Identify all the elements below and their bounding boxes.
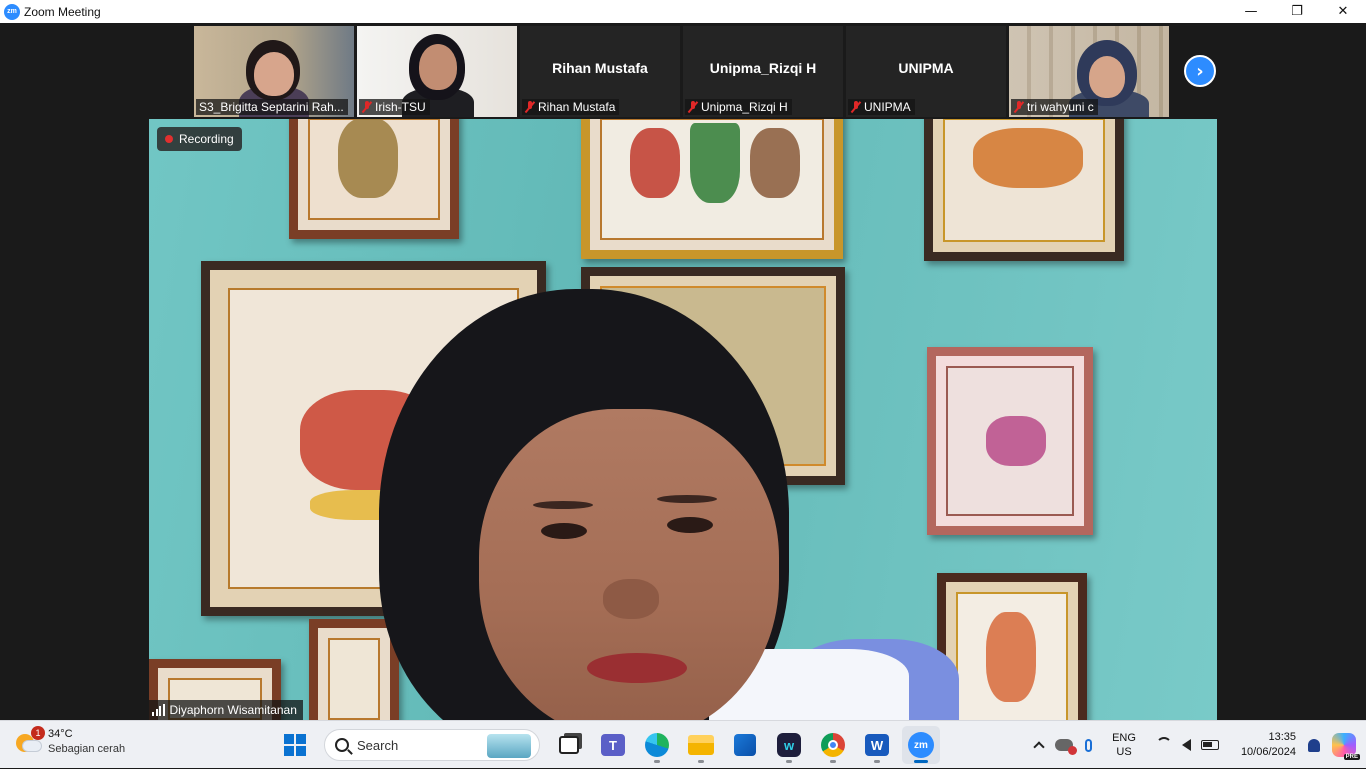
- language-primary: ENG: [1112, 732, 1136, 744]
- quick-settings-button[interactable]: [1150, 725, 1225, 765]
- weather-condition: Sebagian cerah: [48, 743, 126, 755]
- chevron-up-icon: [1033, 741, 1045, 753]
- window-controls: — ❐ ✕: [1228, 0, 1366, 23]
- speaker-face: [479, 409, 779, 720]
- webex-icon: w: [777, 733, 801, 757]
- participant-tile[interactable]: Rihan Mustafa Rihan Mustafa: [520, 26, 680, 117]
- task-view-icon: [559, 736, 579, 754]
- wall-frame: [937, 573, 1087, 720]
- battery-icon: [1200, 740, 1219, 750]
- active-speaker-name: Diyaphorn Wisamitanan: [169, 703, 297, 717]
- taskbar-search-box[interactable]: Search: [324, 729, 540, 761]
- chrome-app-button[interactable]: [814, 726, 852, 764]
- weather-widget[interactable]: 1 34°C Sebagian cerah: [14, 726, 126, 757]
- search-highlight-image: [487, 734, 531, 758]
- partly-sunny-icon: 1: [14, 726, 45, 756]
- task-view-button[interactable]: [550, 726, 588, 764]
- store-icon: [734, 734, 756, 756]
- clock-time: 13:35: [1268, 731, 1296, 743]
- maximize-button[interactable]: ❐: [1274, 0, 1320, 23]
- close-button[interactable]: ✕: [1320, 0, 1366, 23]
- search-placeholder: Search: [357, 737, 399, 753]
- participant-tile[interactable]: UNIPMA UNIPMA: [846, 26, 1006, 117]
- zoom-app-button[interactable]: zm: [902, 726, 940, 764]
- bell-icon: [1308, 738, 1320, 752]
- wall-frame: [309, 619, 399, 720]
- participant-center-name: UNIPMA: [898, 60, 954, 76]
- participant-name-label: Rihan Mustafa: [522, 99, 620, 115]
- taskbar-apps: Search T w W zm: [276, 725, 940, 765]
- gallery-strip: S3_Brigitta Septarini Rah... Irish-TSU R…: [194, 26, 1169, 117]
- participant-name-label: Irish-TSU: [359, 99, 430, 115]
- wall-frame: [289, 119, 459, 239]
- window-title: Zoom Meeting: [24, 4, 101, 19]
- participant-center-name: Unipma_Rizqi H: [709, 60, 817, 76]
- input-language-button[interactable]: ENG US: [1106, 725, 1142, 765]
- microsoft-store-button[interactable]: [726, 726, 764, 764]
- windows-logo-icon: [284, 734, 306, 756]
- connection-signal-icon: [152, 704, 165, 716]
- recording-indicator[interactable]: Recording: [157, 127, 242, 151]
- participant-tile[interactable]: S3_Brigitta Septarini Rah...: [194, 26, 354, 117]
- meeting-area: S3_Brigitta Septarini Rah... Irish-TSU R…: [0, 23, 1366, 720]
- participant-center-name: Rihan Mustafa: [552, 60, 648, 76]
- cloud-error-icon: [1055, 739, 1078, 755]
- folder-icon: [688, 735, 714, 755]
- word-app-button[interactable]: W: [858, 726, 896, 764]
- file-explorer-button[interactable]: [682, 726, 720, 764]
- active-speaker-video[interactable]: Recording Diyaphorn Wisamitanan: [149, 119, 1217, 720]
- weather-badge: 1: [31, 726, 45, 740]
- copilot-icon: PRE: [1332, 733, 1360, 760]
- word-icon: W: [865, 734, 889, 756]
- mic-muted-icon: [851, 101, 861, 113]
- participant-name-label: S3_Brigitta Septarini Rah...: [196, 99, 348, 115]
- wall-frame: [924, 119, 1124, 261]
- mic-muted-icon: [688, 101, 698, 113]
- participant-tile[interactable]: tri wahyuni c: [1009, 26, 1169, 117]
- mic-muted-icon: [525, 101, 535, 113]
- start-button[interactable]: [276, 726, 314, 764]
- search-icon: [335, 738, 349, 752]
- show-hidden-icons-button[interactable]: [1029, 725, 1049, 765]
- edge-app-button[interactable]: [638, 726, 676, 764]
- copilot-pre-badge: PRE: [1343, 754, 1360, 760]
- participant-tile[interactable]: Unipma_Rizqi H Unipma_Rizqi H: [683, 26, 843, 117]
- participant-name-label: Unipma_Rizqi H: [685, 99, 792, 115]
- clock-date: 10/06/2024: [1240, 746, 1296, 758]
- copilot-button[interactable]: PRE: [1326, 725, 1366, 765]
- mic-muted-icon: [362, 101, 372, 113]
- minimize-button[interactable]: —: [1228, 0, 1274, 23]
- zoom-icon: zm: [908, 732, 934, 758]
- chrome-icon: [821, 733, 845, 757]
- network-status-button[interactable]: [1049, 725, 1079, 765]
- clock-button[interactable]: 13:35 10/06/2024: [1235, 725, 1302, 765]
- participant-tile[interactable]: Irish-TSU: [357, 26, 517, 117]
- system-tray: ENG US 13:35 10/06/2024 PRE: [1029, 721, 1366, 769]
- teams-app-button[interactable]: T: [594, 726, 632, 764]
- participant-name-label: tri wahyuni c: [1011, 99, 1098, 115]
- notifications-button[interactable]: [1302, 725, 1326, 765]
- microphone-icon: [1085, 738, 1093, 752]
- wall-frame: [581, 119, 843, 259]
- windows-taskbar: 1 34°C Sebagian cerah Search T w W zm EN…: [0, 720, 1366, 768]
- volume-icon: [1181, 739, 1191, 751]
- recording-dot-icon: [165, 135, 173, 143]
- weather-temperature: 34°C: [48, 728, 73, 740]
- active-speaker-label: Diyaphorn Wisamitanan: [149, 700, 303, 720]
- next-gallery-page-button[interactable]: ›: [1184, 55, 1216, 87]
- language-region: US: [1116, 746, 1132, 758]
- recording-label: Recording: [179, 132, 234, 146]
- mic-muted-icon: [1014, 101, 1024, 113]
- window-title-bar[interactable]: zm Zoom Meeting — ❐ ✕: [0, 0, 1366, 23]
- teams-icon: T: [601, 734, 625, 756]
- edge-icon: [645, 733, 669, 757]
- webex-app-button[interactable]: w: [770, 726, 808, 764]
- wifi-icon: [1155, 737, 1172, 753]
- zoom-app-icon: zm: [4, 3, 20, 20]
- wall-frame: [927, 347, 1093, 535]
- microphone-tray-button[interactable]: [1079, 725, 1098, 765]
- participant-name-label: UNIPMA: [848, 99, 915, 115]
